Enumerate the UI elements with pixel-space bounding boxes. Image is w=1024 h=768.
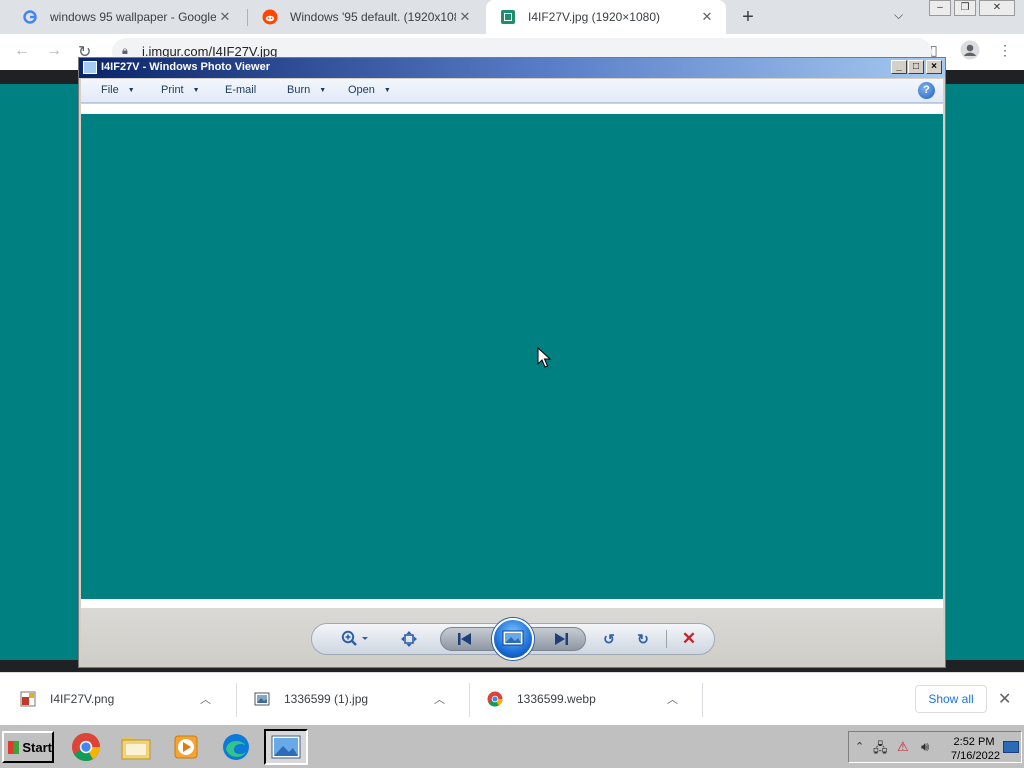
download-item[interactable]: 1336599.webp ︿ [467, 673, 703, 725]
tab-image-active[interactable]: I4IF27V.jpg (1920×1080) ✕ [486, 0, 726, 34]
viewer-titlebar[interactable]: I4IF27V - Windows Photo Viewer _ □ × [79, 58, 945, 78]
windows-logo-icon [8, 740, 20, 754]
chevron-up-icon[interactable]: ︿ [434, 691, 445, 707]
dropdown-caret-icon: ▼ [127, 86, 135, 94]
menu-label: Burn [287, 84, 311, 96]
slideshow-icon [502, 630, 524, 649]
file-explorer-taskbar-icon[interactable] [114, 729, 158, 765]
actual-size-icon[interactable] [398, 629, 420, 649]
download-item[interactable]: 1336599 (1).jpg ︿ [234, 673, 470, 725]
new-tab-button[interactable]: + [736, 6, 760, 28]
show-all-button[interactable]: Show all [915, 685, 987, 713]
menu-label: Print [161, 84, 184, 96]
clock-time: 2:52 PM [953, 736, 995, 748]
help-icon[interactable]: ? [918, 82, 935, 99]
image-icon [500, 9, 516, 25]
close-icon[interactable]: ✕ [979, 0, 1015, 16]
download-divider [702, 683, 703, 717]
dropdown-caret-icon: ▼ [192, 86, 200, 94]
menu-label: E-mail [225, 84, 257, 96]
menu-label: File [101, 84, 119, 96]
png-file-icon [20, 691, 36, 707]
chevron-up-icon[interactable]: ︿ [200, 691, 211, 707]
more-menu-icon[interactable]: ⋮ [998, 42, 1012, 59]
next-icon[interactable] [550, 629, 572, 649]
start-button[interactable]: Start [2, 731, 54, 763]
control-divider [666, 630, 667, 648]
tab-google-search[interactable]: windows 95 wallpaper - Google Sea ✕ [8, 0, 244, 34]
download-filename: 1336599 (1).jpg [284, 692, 369, 706]
viewer-maximize-icon[interactable]: □ [908, 60, 924, 74]
close-tab-icon[interactable]: ✕ [698, 8, 716, 26]
slideshow-button[interactable] [492, 618, 534, 660]
download-filename: 1336599.webp [517, 692, 596, 706]
show-desktop-icon[interactable] [1003, 741, 1019, 756]
back-arrow-icon[interactable]: ← [14, 42, 30, 60]
displayed-image [81, 114, 943, 599]
image-top-margin [81, 104, 943, 114]
profile-avatar-icon[interactable] [960, 40, 980, 65]
downloads-bar: I4IF27V.png ︿ 1336599 (1).jpg ︿ 1336599.… [0, 672, 1024, 724]
network-icon[interactable]: 🖧︎ [873, 739, 888, 761]
restore-icon[interactable]: ❐ [954, 0, 976, 16]
rotate-right-icon[interactable]: ↻ [632, 629, 654, 649]
taskbar-clock[interactable]: 2:52 PM 7/16/2022 [951, 735, 1000, 763]
tab-title: I4IF27V.jpg (1920×1080) [528, 10, 660, 24]
close-tab-icon[interactable]: ✕ [456, 8, 474, 26]
viewer-minimize-icon[interactable]: _ [891, 60, 907, 74]
browser-tab-strip: windows 95 wallpaper - Google Sea ✕ Wind… [0, 0, 1024, 34]
photo-viewer-app-icon [83, 61, 97, 74]
close-tab-icon[interactable]: ✕ [216, 8, 234, 26]
image-bottom-margin [81, 599, 943, 608]
minimize-icon[interactable]: – [929, 0, 951, 16]
volume-icon[interactable]: 🔊︎ [921, 739, 929, 755]
security-alert-icon[interactable]: ⚠︎ [897, 739, 909, 755]
tab-reddit[interactable]: Windows '95 default. (1920x1080) : ✕ [248, 0, 484, 34]
reddit-icon [262, 9, 278, 25]
show-hidden-icons-icon[interactable]: ⌃ [855, 740, 864, 753]
menu-print[interactable]: Print ▼ [161, 84, 200, 96]
chrome-taskbar-icon[interactable] [64, 729, 108, 765]
previous-icon[interactable] [454, 629, 476, 649]
rotate-left-icon[interactable]: ↺ [598, 629, 620, 649]
download-filename: I4IF27V.png [50, 692, 115, 706]
menu-label: Open [348, 84, 375, 96]
system-tray: ⌃ 🖧︎ ⚠︎ 🔊︎ 2:52 PM 7/16/2022 [848, 731, 1022, 763]
jpg-file-icon [254, 691, 270, 707]
mouse-cursor-icon [537, 346, 552, 372]
google-icon [22, 9, 38, 25]
dropdown-caret-icon: ▼ [319, 86, 327, 94]
chevron-up-icon[interactable]: ︿ [667, 691, 678, 707]
tab-search-chevron-icon[interactable]: ⌵ [894, 8, 903, 23]
photo-viewer-taskbar-icon[interactable] [264, 729, 308, 765]
tab-title: windows 95 wallpaper - Google Sea [50, 10, 216, 24]
delete-icon[interactable]: ✕ [678, 629, 700, 649]
start-label: Start [22, 739, 52, 755]
clock-date: 7/16/2022 [951, 750, 1000, 762]
photo-viewer-window: I4IF27V - Windows Photo Viewer _ □ × Fil… [78, 57, 946, 668]
menu-burn[interactable]: Burn ▼ [287, 84, 326, 96]
tab-title: Windows '95 default. (1920x1080) : [290, 10, 456, 24]
viewer-title: I4IF27V - Windows Photo Viewer [101, 61, 271, 73]
taskbar: Start ⌃ 🖧︎ ⚠︎ 🔊︎ 2:52 PM 7/16/2022 [0, 724, 1024, 768]
control-pill: ↺ ↻ ✕ [311, 618, 715, 660]
forward-arrow-icon[interactable]: → [46, 42, 62, 60]
chrome-icon [487, 691, 503, 707]
edge-taskbar-icon[interactable] [214, 729, 258, 765]
menu-open[interactable]: Open ▼ [348, 84, 391, 96]
viewer-menubar: File ▼ Print ▼ E-mail Burn ▼ Open ▼ ? [81, 79, 943, 103]
viewer-close-icon[interactable]: × [926, 60, 942, 74]
media-player-taskbar-icon[interactable] [164, 729, 208, 765]
close-downloads-icon[interactable]: ✕ [998, 689, 1011, 709]
dropdown-caret-icon: ▼ [383, 86, 391, 94]
menu-file[interactable]: File ▼ [101, 84, 135, 96]
download-item[interactable]: I4IF27V.png ︿ [0, 673, 236, 725]
menu-email[interactable]: E-mail [225, 84, 256, 96]
viewer-control-bar: ↺ ↻ ✕ [81, 608, 943, 666]
zoom-icon[interactable] [338, 629, 372, 649]
